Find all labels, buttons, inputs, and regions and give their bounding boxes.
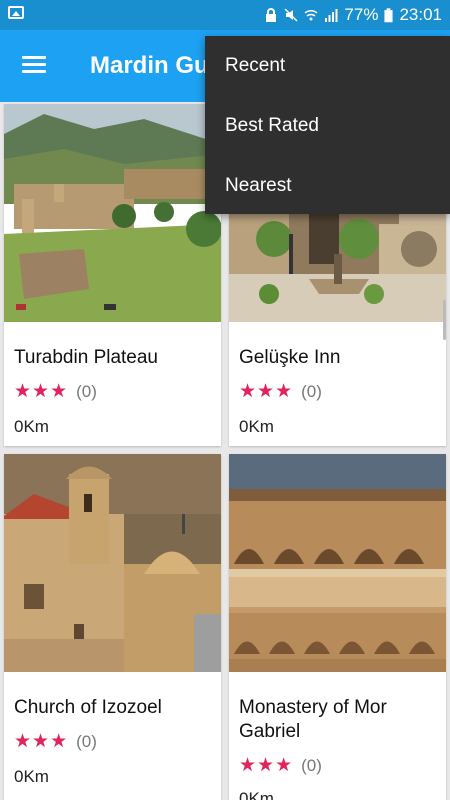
star-icon: ★ xyxy=(32,381,50,402)
rating-stars: ★ ★ ★ (0) xyxy=(14,730,97,753)
star-icon: ★ xyxy=(257,755,275,776)
menu-item-best-rated[interactable]: Best Rated xyxy=(205,96,450,156)
place-name: Turabdin Plateau xyxy=(14,347,159,368)
rating-count: (0) xyxy=(301,381,322,401)
wifi-icon xyxy=(304,9,318,21)
star-icon: ★ xyxy=(50,381,68,402)
place-name: Church of Izozoel xyxy=(14,697,162,718)
star-icon: ★ xyxy=(257,381,275,402)
star-icon: ★ xyxy=(14,731,32,752)
scrollbar[interactable] xyxy=(443,300,446,340)
menu-icon[interactable] xyxy=(22,56,46,74)
place-card[interactable]: Monastery of Mor Gabriel ★ ★ ★ (0) 0Km xyxy=(229,454,446,800)
place-card[interactable]: Church of Izozoel ★ ★ ★ (0) 0Km xyxy=(4,454,221,800)
place-name: Gelüşke Inn xyxy=(239,347,341,368)
place-photo xyxy=(4,104,221,322)
star-icon: ★ xyxy=(14,381,32,402)
signal-icon xyxy=(325,9,338,22)
place-photo xyxy=(229,454,446,672)
rating-count: (0) xyxy=(76,381,97,401)
battery-percent: 77% xyxy=(344,5,379,24)
star-icon: ★ xyxy=(32,731,50,752)
mute-icon xyxy=(284,8,298,22)
clock: 23:01 xyxy=(399,5,442,24)
star-icon: ★ xyxy=(275,755,293,776)
sort-menu: Recent Best Rated Nearest xyxy=(205,36,450,214)
menu-item-recent[interactable]: Recent xyxy=(205,36,450,96)
place-distance: 0Km xyxy=(239,417,274,436)
status-icons: 77% 23:01 xyxy=(264,5,442,25)
rating-stars: ★ ★ ★ (0) xyxy=(239,380,322,403)
rating-count: (0) xyxy=(76,731,97,751)
place-card[interactable]: Turabdin Plateau ★ ★ ★ (0) 0Km xyxy=(4,104,221,446)
star-icon: ★ xyxy=(239,755,257,776)
rating-stars: ★ ★ ★ (0) xyxy=(239,754,322,777)
star-icon: ★ xyxy=(275,381,293,402)
rating-count: (0) xyxy=(301,755,322,775)
status-bar: 77% 23:01 xyxy=(0,0,450,30)
place-distance: 0Km xyxy=(239,789,274,800)
place-name: Monastery of Mor Gabriel xyxy=(239,697,387,742)
star-icon: ★ xyxy=(239,381,257,402)
menu-item-nearest[interactable]: Nearest xyxy=(205,156,450,216)
place-photo xyxy=(4,454,221,672)
rating-stars: ★ ★ ★ (0) xyxy=(14,380,97,403)
place-distance: 0Km xyxy=(14,767,49,786)
place-distance: 0Km xyxy=(14,417,49,436)
star-icon: ★ xyxy=(50,731,68,752)
lock-icon xyxy=(266,8,277,22)
battery-icon xyxy=(384,7,394,22)
image-notification-icon xyxy=(8,6,24,19)
